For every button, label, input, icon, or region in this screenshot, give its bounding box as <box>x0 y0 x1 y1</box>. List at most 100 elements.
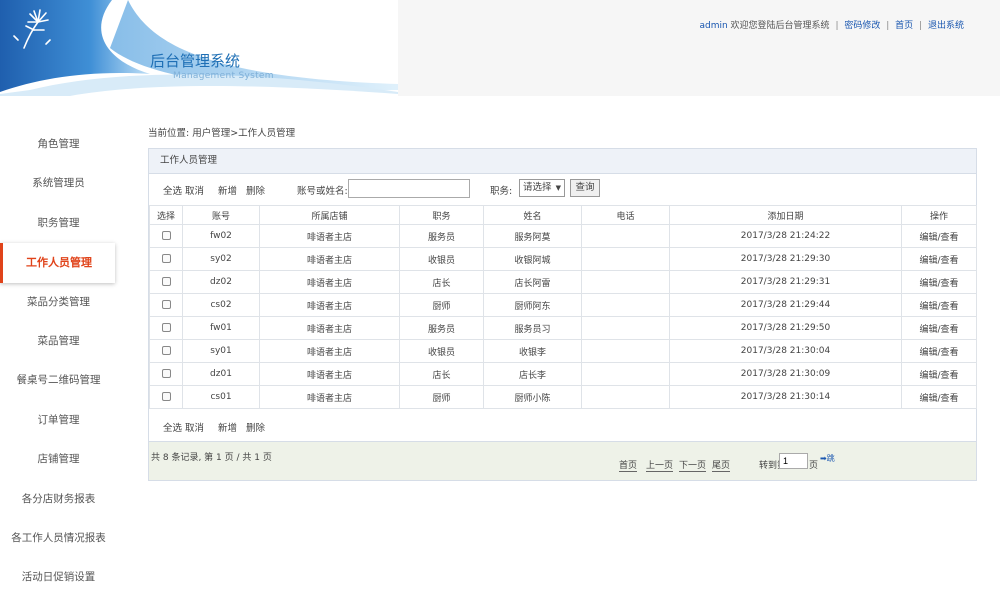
col-header-account: 账号 <box>182 205 260 225</box>
edit-view-link[interactable]: 编辑/查看 <box>901 385 977 409</box>
table-row: sy02 啡语者主店 收银员 收银阿城 2017/3/28 21:29:30 编… <box>149 247 977 271</box>
row-checkbox[interactable] <box>161 231 171 240</box>
cell-phone <box>581 339 670 363</box>
cell-name: 厨师阿东 <box>483 293 582 317</box>
sidebar-item-store-finance[interactable]: 各分店财务报表 <box>0 480 117 519</box>
cell-store: 啡语者主店 <box>259 339 400 363</box>
cell-name: 收银阿城 <box>483 247 582 271</box>
record-summary: 共 8 条记录, 第 1 页 / 共 1 页 <box>151 453 272 463</box>
toolbar: 全选 取消 新增 删除 账号或姓名: 职务: 请选择 ▼ 查询 <box>149 174 976 205</box>
go-button[interactable]: ➡跳 <box>820 453 835 464</box>
sidebar-item-dish-categories[interactable]: 菜品分类管理 <box>0 283 117 322</box>
cell-store: 啡语者主店 <box>259 362 400 386</box>
separator: | <box>835 21 839 31</box>
search-label: 账号或姓名: <box>297 186 348 197</box>
sidebar-item-staff-report[interactable]: 各工作人员情况报表 <box>0 519 117 558</box>
edit-view-link[interactable]: 编辑/查看 <box>901 339 977 363</box>
first-page-link[interactable]: 首页 <box>619 458 638 472</box>
edit-view-link[interactable]: 编辑/查看 <box>901 224 977 248</box>
cell-phone <box>581 247 670 271</box>
cell-store: 啡语者主店 <box>259 247 400 271</box>
separator: | <box>919 21 923 31</box>
query-button[interactable]: 查询 <box>570 179 600 197</box>
edit-view-link[interactable]: 编辑/查看 <box>901 270 977 294</box>
cell-date: 2017/3/28 21:24:22 <box>669 224 902 248</box>
cell-date: 2017/3/28 21:30:14 <box>669 385 902 409</box>
sidebar-item-admins[interactable]: 系统管理员 <box>0 164 117 203</box>
sidebar-item-staff[interactable]: 工作人员管理 <box>0 243 115 283</box>
cell-phone <box>581 270 670 294</box>
edit-view-link[interactable]: 编辑/查看 <box>901 362 977 386</box>
edit-view-link[interactable]: 编辑/查看 <box>901 247 977 271</box>
col-header-store: 所属店铺 <box>259 205 400 225</box>
table-row: cs02 啡语者主店 厨师 厨师阿东 2017/3/28 21:29:44 编辑… <box>149 293 977 317</box>
bottom-cancel-button[interactable]: 取消 <box>185 420 204 434</box>
page-number-input[interactable] <box>779 453 808 469</box>
staff-table: 选择 账号 所属店铺 职务 姓名 电话 添加日期 操作 fw02 啡语者主店 服… <box>149 205 977 409</box>
sidebar-item-positions[interactable]: 职务管理 <box>0 204 117 243</box>
cell-account: fw01 <box>182 316 260 340</box>
cell-position: 厨师 <box>399 293 484 317</box>
position-select[interactable]: 请选择 ▼ <box>519 179 565 197</box>
system-subtitle: Management System <box>173 71 274 81</box>
bottom-add-button[interactable]: 新增 <box>218 420 237 434</box>
row-checkbox[interactable] <box>161 300 171 309</box>
row-checkbox[interactable] <box>161 346 171 355</box>
cell-position: 店长 <box>399 270 484 294</box>
pagination-bar: 共 8 条记录, 第 1 页 / 共 1 页 首页 上一页 下一页 尾页 转到第… <box>149 441 976 480</box>
search-input[interactable] <box>348 179 470 198</box>
cell-position: 服务员 <box>399 224 484 248</box>
sidebar-item-promotions[interactable]: 活动日促销设置 <box>0 558 117 597</box>
cell-store: 啡语者主店 <box>259 385 400 409</box>
sidebar-item-stores[interactable]: 店铺管理 <box>0 440 117 479</box>
col-header-position: 职务 <box>399 205 484 225</box>
bottom-delete-button[interactable]: 删除 <box>246 420 265 434</box>
cell-store: 啡语者主店 <box>259 224 400 248</box>
cell-account: cs02 <box>182 293 260 317</box>
jump-suffix: 页 <box>809 461 819 471</box>
row-checkbox[interactable] <box>161 392 171 401</box>
cell-account: cs01 <box>182 385 260 409</box>
cell-date: 2017/3/28 21:29:31 <box>669 270 902 294</box>
cell-date: 2017/3/28 21:29:44 <box>669 293 902 317</box>
header: 后台管理系统 Management System admin 欢迎您登陆后台管理… <box>0 0 1000 96</box>
sidebar-item-table-qrcodes[interactable]: 餐桌号二维码管理 <box>0 361 117 400</box>
select-all-button[interactable]: 全选 <box>163 183 182 197</box>
edit-view-link[interactable]: 编辑/查看 <box>901 316 977 340</box>
app-root: 后台管理系统 Management System admin 欢迎您登陆后台管理… <box>0 0 1000 600</box>
row-checkbox[interactable] <box>161 323 171 332</box>
sidebar-item-dishes[interactable]: 菜品管理 <box>0 322 117 361</box>
chevron-down-icon: ▼ <box>555 184 561 192</box>
bottom-toolbar: 全选 取消 新增 删除 <box>149 417 976 441</box>
cancel-selection-button[interactable]: 取消 <box>185 183 204 197</box>
col-header-date: 添加日期 <box>669 205 902 225</box>
cell-account: dz01 <box>182 362 260 386</box>
position-label: 职务: <box>490 186 513 197</box>
prev-page-link[interactable]: 上一页 <box>646 458 674 472</box>
cell-position: 厨师 <box>399 385 484 409</box>
cell-store: 啡语者主店 <box>259 270 400 294</box>
sidebar-item-orders[interactable]: 订单管理 <box>0 401 117 440</box>
delete-button[interactable]: 删除 <box>246 183 265 197</box>
row-checkbox[interactable] <box>161 369 171 378</box>
bottom-select-all-button[interactable]: 全选 <box>163 420 182 434</box>
row-checkbox[interactable] <box>161 254 171 263</box>
cell-phone <box>581 293 670 317</box>
cell-date: 2017/3/28 21:30:04 <box>669 339 902 363</box>
home-link[interactable]: 首页 <box>895 21 913 31</box>
next-page-link[interactable]: 下一页 <box>679 458 707 472</box>
sidebar-item-roles[interactable]: 角色管理 <box>0 125 117 164</box>
edit-view-link[interactable]: 编辑/查看 <box>901 293 977 317</box>
last-page-link[interactable]: 尾页 <box>712 458 731 472</box>
col-header-select: 选择 <box>149 205 183 225</box>
welcome-text: 欢迎您登陆后台管理系统 <box>727 21 830 31</box>
row-checkbox[interactable] <box>161 277 171 286</box>
change-password-link[interactable]: 密码修改 <box>844 21 880 31</box>
cell-name: 店长阿雷 <box>483 270 582 294</box>
table-row: dz02 啡语者主店 店长 店长阿雷 2017/3/28 21:29:31 编辑… <box>149 270 977 294</box>
add-button[interactable]: 新增 <box>218 183 237 197</box>
cell-account: sy01 <box>182 339 260 363</box>
staff-panel: 工作人员管理 全选 取消 新增 删除 账号或姓名: 职务: 请选择 ▼ 查询 选… <box>148 148 977 481</box>
cell-position: 收银员 <box>399 247 484 271</box>
logout-link[interactable]: 退出系统 <box>928 21 964 31</box>
